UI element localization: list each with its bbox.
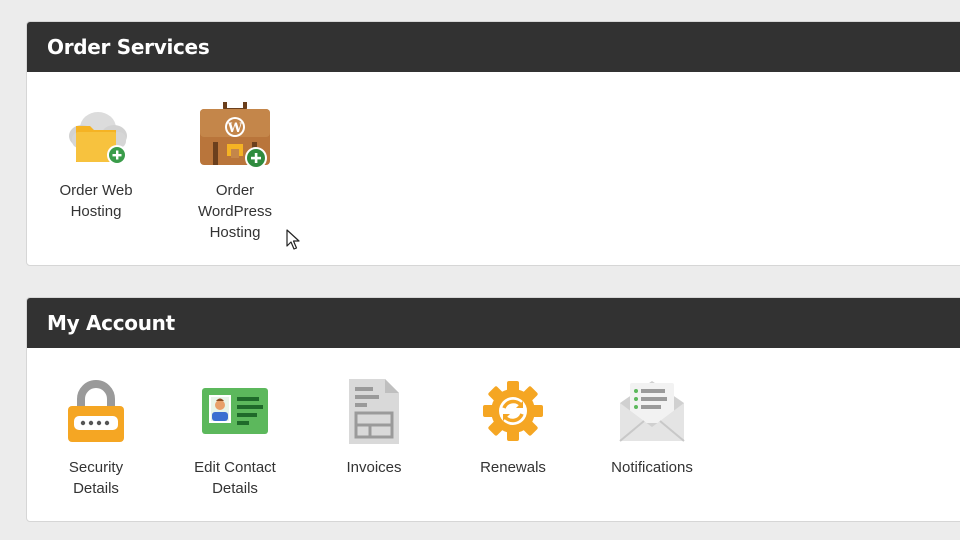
padlock-icon xyxy=(58,379,134,449)
invoices-tile[interactable]: Invoices xyxy=(318,379,430,478)
order-web-hosting-tile[interactable]: Order Web Hosting xyxy=(40,102,152,222)
order-web-hosting-label: Order Web Hosting xyxy=(59,182,133,220)
envelope-icon xyxy=(614,379,690,449)
svg-text:W: W xyxy=(227,121,243,136)
edit-contact-details-label: Edit Contact Details xyxy=(194,459,276,497)
my-account-title: My Account xyxy=(27,298,960,348)
notifications-tile[interactable]: Notifications xyxy=(596,379,708,478)
mouse-cursor-icon xyxy=(286,229,300,250)
renewals-tile[interactable]: Renewals xyxy=(457,379,569,478)
renewals-label: Renewals xyxy=(480,459,546,476)
order-services-panel: Order Services Order Web Hosting W Order… xyxy=(26,21,960,266)
edit-contact-details-tile[interactable]: Edit Contact Details xyxy=(179,379,291,499)
order-wordpress-hosting-tile[interactable]: W Order WordPress Hosting xyxy=(179,98,291,243)
wordpress-briefcase-add-icon: W xyxy=(197,98,273,172)
cloud-folder-add-icon xyxy=(58,102,134,172)
notifications-label: Notifications xyxy=(611,459,693,476)
renew-gear-icon xyxy=(475,379,551,449)
invoices-label: Invoices xyxy=(346,459,402,476)
id-card-icon xyxy=(197,379,273,449)
order-wordpress-hosting-label: Order WordPress Hosting xyxy=(198,182,272,241)
security-details-label: Security Details xyxy=(68,459,124,497)
order-services-title: Order Services xyxy=(27,22,960,72)
invoice-document-icon xyxy=(336,379,412,449)
my-account-panel: My Account Security Details Edit Contact… xyxy=(26,297,960,522)
security-details-tile[interactable]: Security Details xyxy=(40,379,152,499)
